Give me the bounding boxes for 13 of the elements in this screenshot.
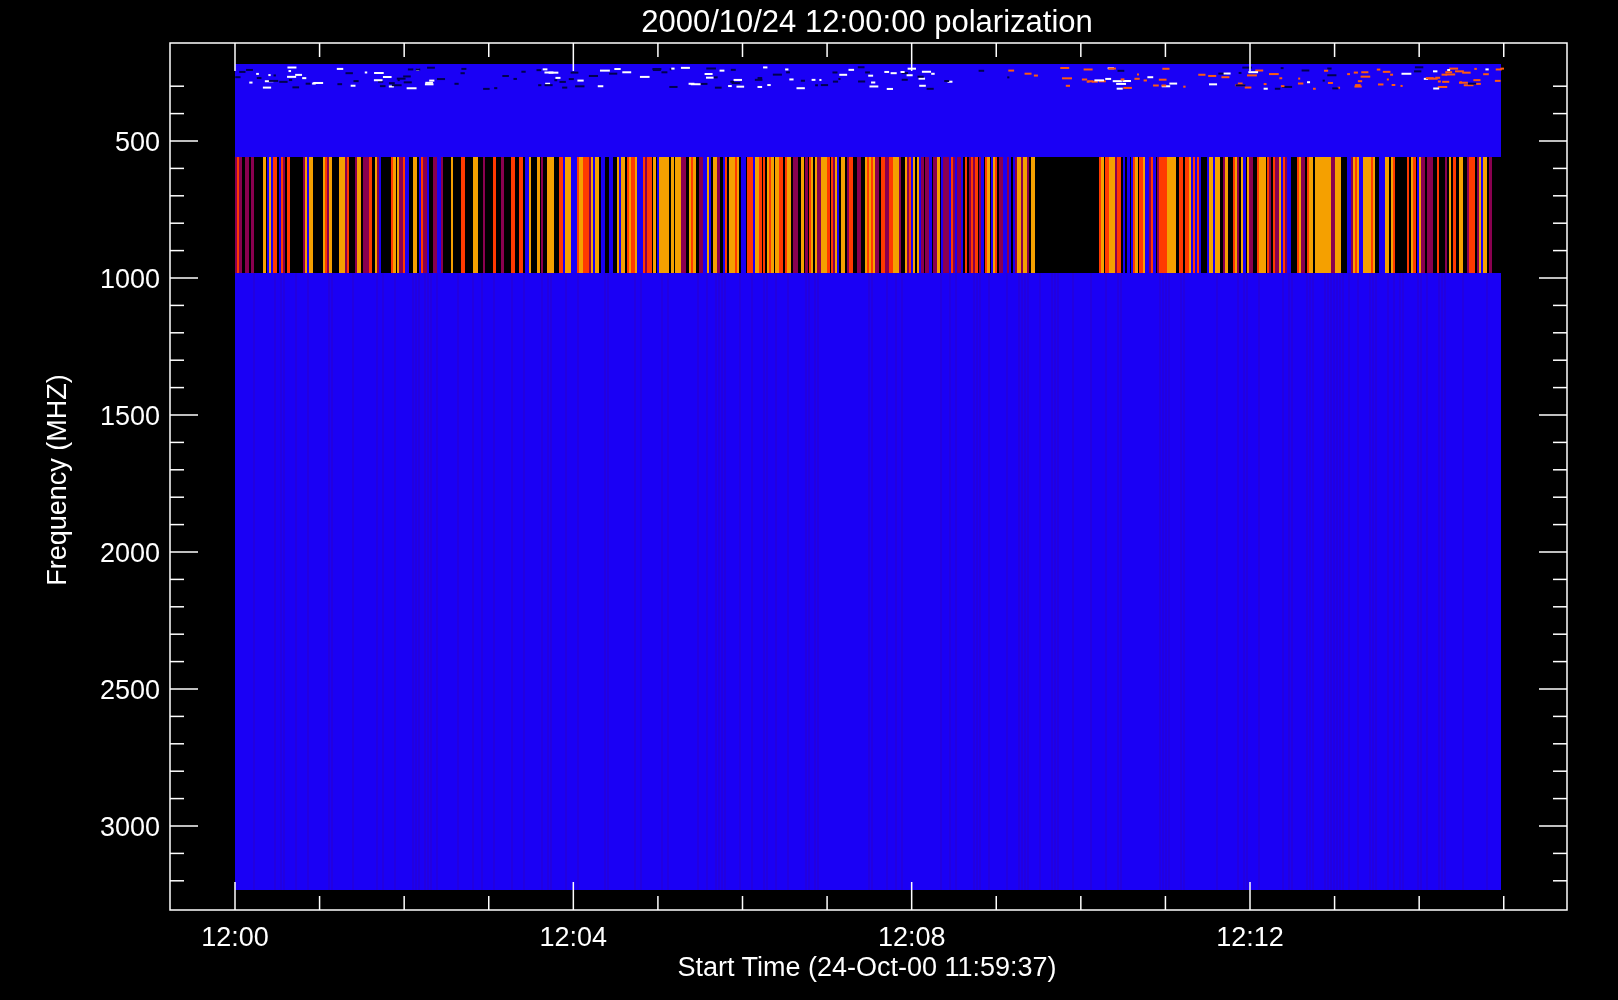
x-tick-label: 12:00 (201, 922, 269, 952)
y-axis-label: Frequency (MHZ) (42, 374, 72, 586)
x-axis-label: Start Time (24-Oct-00 11:59:37) (677, 952, 1057, 982)
x-tick-label: 12:04 (539, 922, 608, 952)
y-tick-label: 2000 (99, 538, 160, 568)
y-tick-label: 1000 (99, 264, 160, 294)
y-tick-label: 1500 (99, 401, 160, 431)
y-tick-label: 3000 (99, 812, 160, 842)
y-tick-label: 2500 (99, 675, 160, 705)
x-tick-label: 12:12 (1216, 922, 1284, 952)
y-tick-label: 500 (114, 127, 160, 157)
x-tick-label: 12:08 (877, 922, 946, 952)
chart-title: 2000/10/24 12:00:00 polarization (641, 4, 1093, 39)
